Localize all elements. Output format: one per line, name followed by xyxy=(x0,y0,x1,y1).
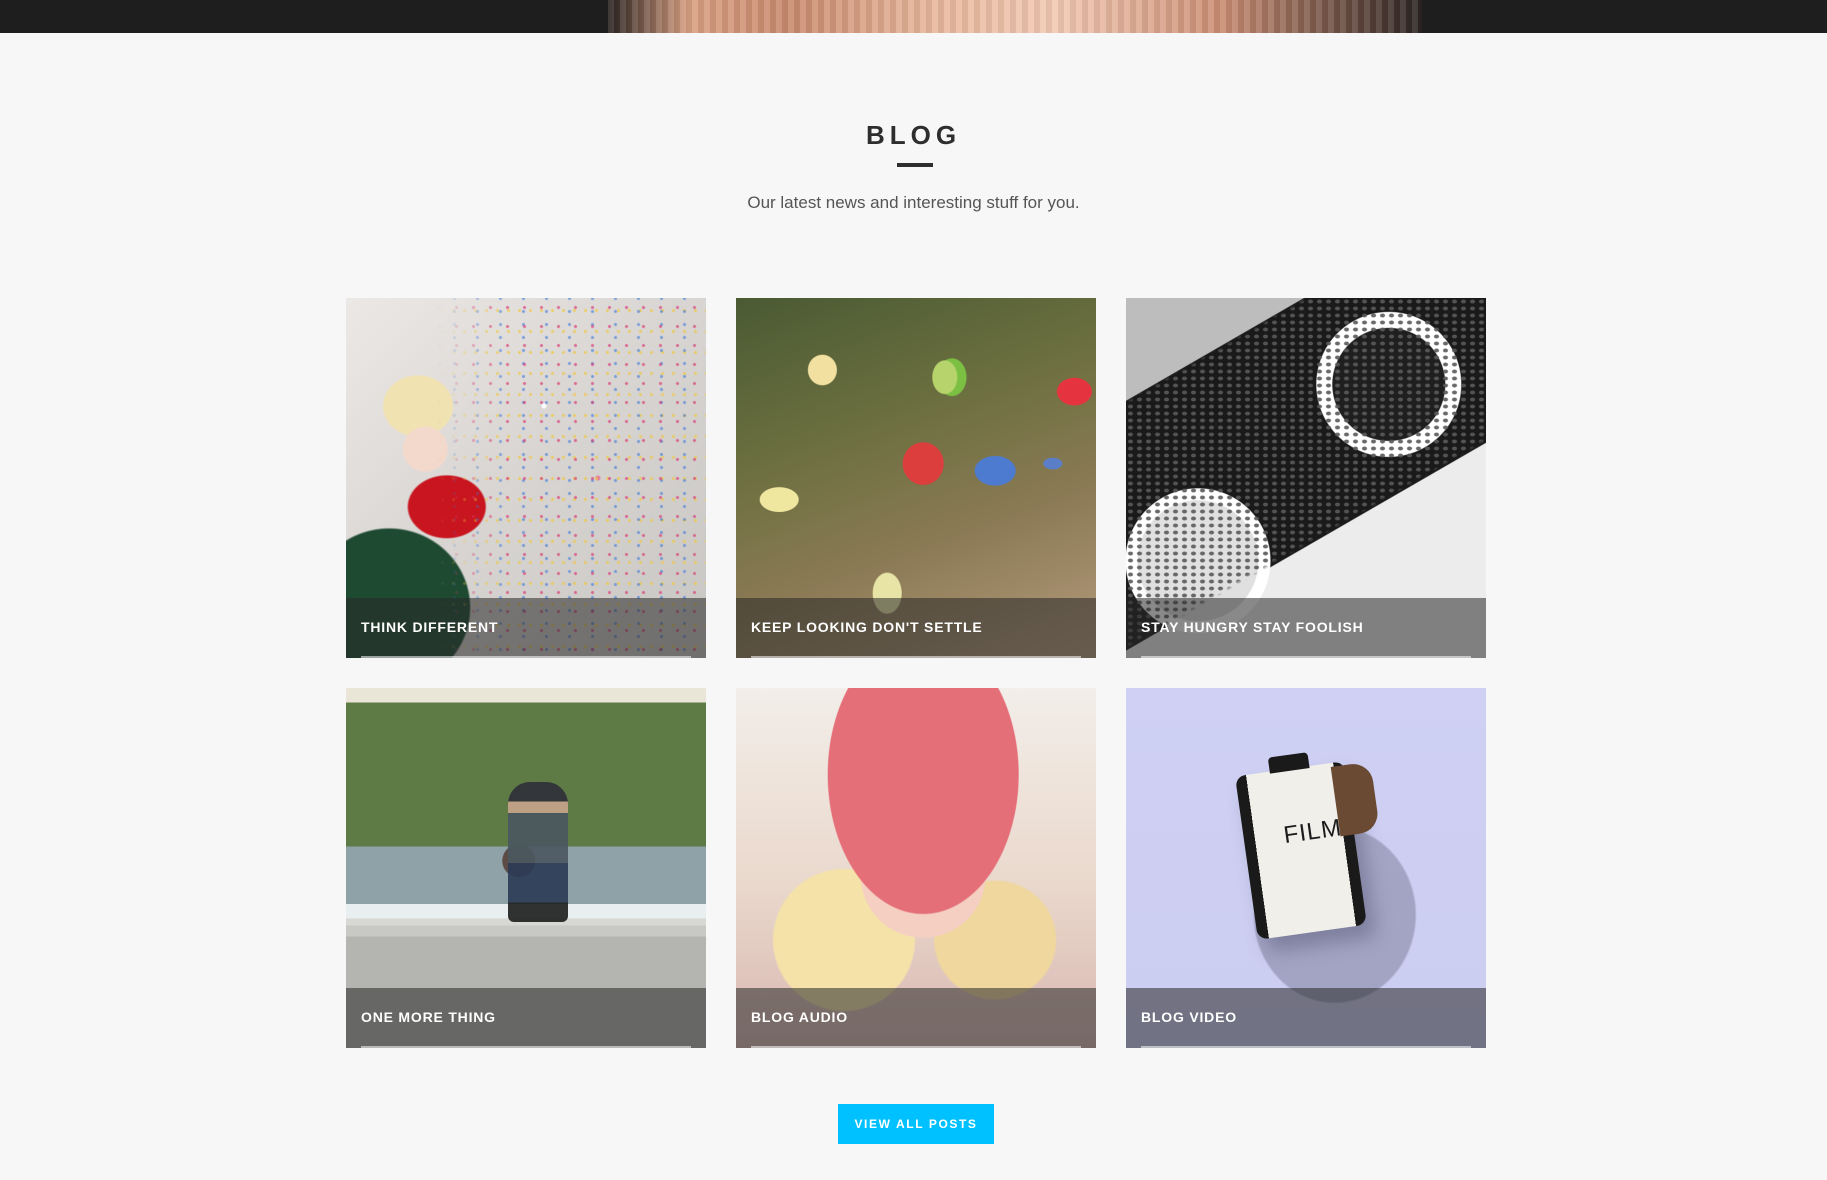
post-title[interactable]: BLOG AUDIO xyxy=(751,1009,848,1025)
post-title[interactable]: THINK DIFFERENT xyxy=(361,619,498,635)
blog-card-keep-looking[interactable]: KEEP LOOKING DON'T SETTLE xyxy=(736,298,1096,658)
blog-card-think-different[interactable]: THINK DIFFERENT xyxy=(346,298,706,658)
caption-divider xyxy=(751,1046,1081,1048)
film-label: FILM xyxy=(1281,814,1344,850)
blog-card-blog-audio[interactable]: BLOG AUDIO xyxy=(736,688,1096,1048)
film-roll-graphic: FILM xyxy=(1235,761,1367,940)
post-title[interactable]: STAY HUNGRY STAY FOOLISH xyxy=(1141,619,1364,635)
blog-card-blog-video[interactable]: FILM BLOG VIDEO xyxy=(1126,688,1486,1048)
caption-divider xyxy=(361,656,691,658)
section-title: BLOG xyxy=(865,120,962,150)
post-caption: ONE MORE THING xyxy=(346,988,706,1048)
post-caption: BLOG VIDEO xyxy=(1126,988,1486,1048)
section-subtitle: Our latest news and interesting stuff fo… xyxy=(747,193,1080,212)
caption-divider xyxy=(751,656,1081,658)
hero-photo-edge xyxy=(608,0,1422,33)
caption-divider xyxy=(361,1046,691,1048)
blog-card-one-more-thing[interactable]: ONE MORE THING xyxy=(346,688,706,1048)
title-underline xyxy=(897,163,933,167)
post-title[interactable]: KEEP LOOKING DON'T SETTLE xyxy=(751,619,983,635)
post-title[interactable]: BLOG VIDEO xyxy=(1141,1009,1237,1025)
caption-divider xyxy=(1141,1046,1471,1048)
caption-divider xyxy=(1141,656,1471,658)
post-caption: BLOG AUDIO xyxy=(736,988,1096,1048)
post-title[interactable]: ONE MORE THING xyxy=(361,1009,496,1025)
post-caption: THINK DIFFERENT xyxy=(346,598,706,658)
hero-bottom-strip xyxy=(0,0,1827,33)
blog-card-stay-hungry[interactable]: STAY HUNGRY STAY FOOLISH xyxy=(1126,298,1486,658)
post-caption: STAY HUNGRY STAY FOOLISH xyxy=(1126,598,1486,658)
view-all-posts-button[interactable]: VIEW ALL POSTS xyxy=(838,1104,994,1144)
post-caption: KEEP LOOKING DON'T SETTLE xyxy=(736,598,1096,658)
